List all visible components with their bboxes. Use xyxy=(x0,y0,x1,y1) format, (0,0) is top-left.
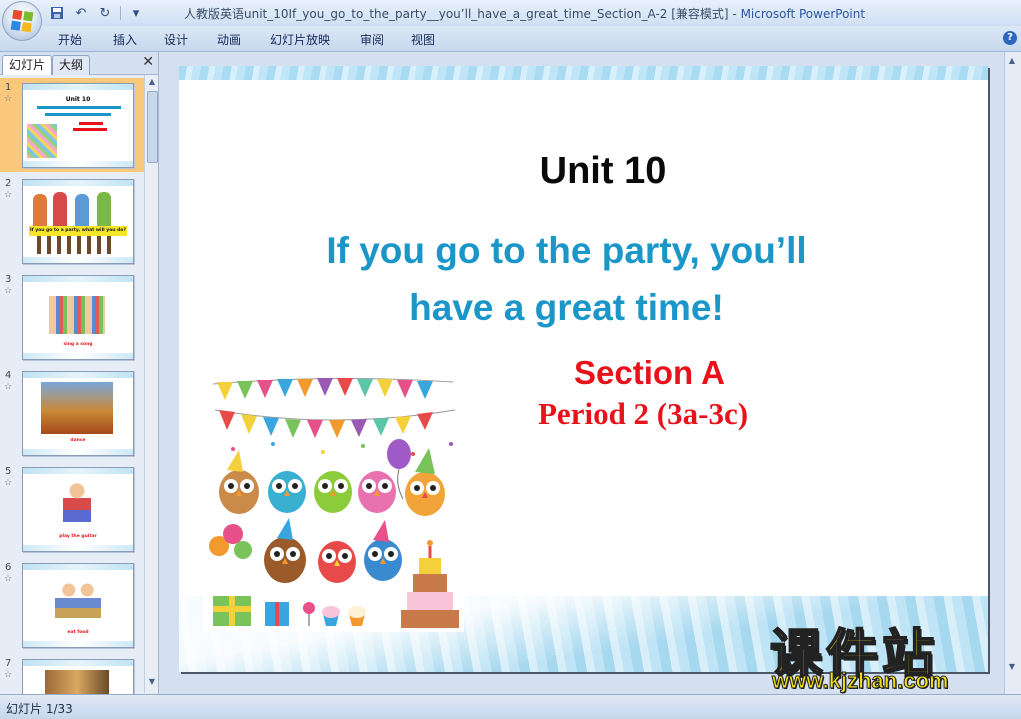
thumbnail-image: Unit 10 xyxy=(22,83,134,168)
slide-editor: Unit 10 If you go to the party, you’ll h… xyxy=(159,52,1004,694)
ribbon-tabs: 开始 插入 设计 动画 幻灯片放映 审阅 视图 ? xyxy=(0,26,1021,52)
slide-thumbnail-5[interactable]: 5 ☆ play the guitar xyxy=(0,462,144,556)
top-decoration xyxy=(179,66,988,80)
tab-slides[interactable]: 幻灯片 xyxy=(2,55,53,75)
slide-counter: 幻灯片 1/33 xyxy=(6,702,73,716)
transition-star-icon: ☆ xyxy=(4,382,13,392)
title-bar: ↶ ↻ ▾ 人教版英语unit_10If_you_go_to_the_party… xyxy=(0,0,1021,41)
slide-number: 2 xyxy=(5,178,12,189)
tab-review[interactable]: 审阅 xyxy=(360,31,384,48)
party-owls-illustration[interactable] xyxy=(203,374,464,632)
tab-insert[interactable]: 插入 xyxy=(113,31,137,48)
transition-star-icon: ☆ xyxy=(4,478,13,488)
slide-number: 1 xyxy=(5,82,12,93)
title-line-2[interactable]: have a great time! xyxy=(179,287,954,329)
redo-icon[interactable]: ↻ xyxy=(96,4,114,22)
slide-number: 6 xyxy=(5,562,12,573)
tab-home[interactable]: 开始 xyxy=(58,31,82,48)
slide-thumbnail-7[interactable]: 7 ☆ xyxy=(0,654,144,694)
pane-tabs: 幻灯片 大纲 ✕ xyxy=(0,52,158,75)
thumbnail-image: If you go to a party, what will you do? xyxy=(22,179,134,264)
document-title: 人教版英语unit_10If_you_go_to_the_party__you’… xyxy=(184,7,729,21)
title-line-1[interactable]: If you go to the party, you’ll xyxy=(179,230,954,272)
section-label[interactable]: Section A xyxy=(574,354,725,392)
transition-star-icon: ☆ xyxy=(4,670,13,680)
undo-icon[interactable]: ↶ xyxy=(72,4,90,22)
site-watermark: 课件站 www.kjzhan.com xyxy=(769,612,1002,696)
thumbnail-image xyxy=(22,659,134,694)
thumb-caption: eat food xyxy=(67,630,89,635)
transition-star-icon: ☆ xyxy=(4,286,13,296)
transition-star-icon: ☆ xyxy=(4,190,13,200)
thumb-caption: play the guitar xyxy=(59,534,97,539)
thumbnail-image: eat food xyxy=(22,563,134,648)
slide-number: 4 xyxy=(5,370,12,381)
slide-thumbnail-2[interactable]: 2 ☆ If you go to a party, what will you … xyxy=(0,174,144,268)
slide-scrollbar[interactable]: ▲ ▼ xyxy=(1004,52,1021,694)
app-name: Microsoft PowerPoint xyxy=(740,7,866,21)
scrollbar-thumb[interactable] xyxy=(147,91,158,163)
close-pane-icon[interactable]: ✕ xyxy=(142,54,154,70)
office-logo-icon xyxy=(10,9,34,33)
thumbnail-list: 1 ☆ Unit 10 2 ☆ If you go to a party, wh… xyxy=(0,75,144,694)
slides-pane: 幻灯片 大纲 ✕ 1 ☆ Unit 10 2 ☆ If you go to a … xyxy=(0,52,159,694)
thumb-caption: If you go to a party, what will you do? xyxy=(29,226,127,236)
thumbnail-image: dance xyxy=(22,371,134,456)
transition-star-icon: ☆ xyxy=(4,94,13,104)
transition-star-icon: ☆ xyxy=(4,574,13,584)
slide-number: 7 xyxy=(5,658,12,669)
customize-toolbar-icon[interactable]: ▾ xyxy=(127,4,145,22)
period-label[interactable]: Period 2 (3a-3c) xyxy=(538,396,748,432)
slide-number: 3 xyxy=(5,274,12,285)
save-icon[interactable] xyxy=(48,4,66,22)
status-bar: 幻灯片 1/33 xyxy=(0,694,1021,719)
slide-number: 5 xyxy=(5,466,12,477)
thumbnail-image: play the guitar xyxy=(22,467,134,552)
toolbar-separator xyxy=(120,6,121,20)
thumb-caption: dance xyxy=(70,438,86,443)
thumbnail-image: sing a song xyxy=(22,275,134,360)
tab-animations[interactable]: 动画 xyxy=(217,31,241,48)
slide-thumbnail-4[interactable]: 4 ☆ dance xyxy=(0,366,144,460)
tab-outline[interactable]: 大纲 xyxy=(52,55,91,75)
scroll-down-icon[interactable]: ▼ xyxy=(147,677,157,687)
slide-thumbnail-1[interactable]: 1 ☆ Unit 10 xyxy=(0,78,144,172)
thumb-caption: sing a song xyxy=(63,342,93,347)
watermark-url: www.kjzhan.com xyxy=(771,668,949,694)
tab-slideshow[interactable]: 幻灯片放映 xyxy=(270,31,330,48)
thumbnail-scrollbar[interactable]: ▲ ▼ xyxy=(144,75,158,693)
thumb-caption: Unit 10 xyxy=(65,96,91,103)
scroll-up-icon[interactable]: ▲ xyxy=(147,77,157,87)
slide-thumbnail-3[interactable]: 3 ☆ sing a song xyxy=(0,270,144,364)
scroll-down-icon[interactable]: ▼ xyxy=(1007,662,1017,672)
slide-canvas[interactable]: Unit 10 If you go to the party, you’ll h… xyxy=(179,66,988,672)
quick-access-toolbar: ↶ ↻ ▾ xyxy=(48,3,145,23)
slide-thumbnail-6[interactable]: 6 ☆ eat food xyxy=(0,558,144,652)
unit-heading[interactable]: Unit 10 xyxy=(179,150,988,193)
window-title: 人教版英语unit_10If_you_go_to_the_party__you’… xyxy=(184,7,866,21)
tab-design[interactable]: 设计 xyxy=(164,31,188,48)
tab-view[interactable]: 视图 xyxy=(411,31,435,48)
office-button[interactable] xyxy=(2,1,42,41)
scroll-up-icon[interactable]: ▲ xyxy=(1007,56,1017,66)
help-icon[interactable]: ? xyxy=(1003,31,1017,45)
